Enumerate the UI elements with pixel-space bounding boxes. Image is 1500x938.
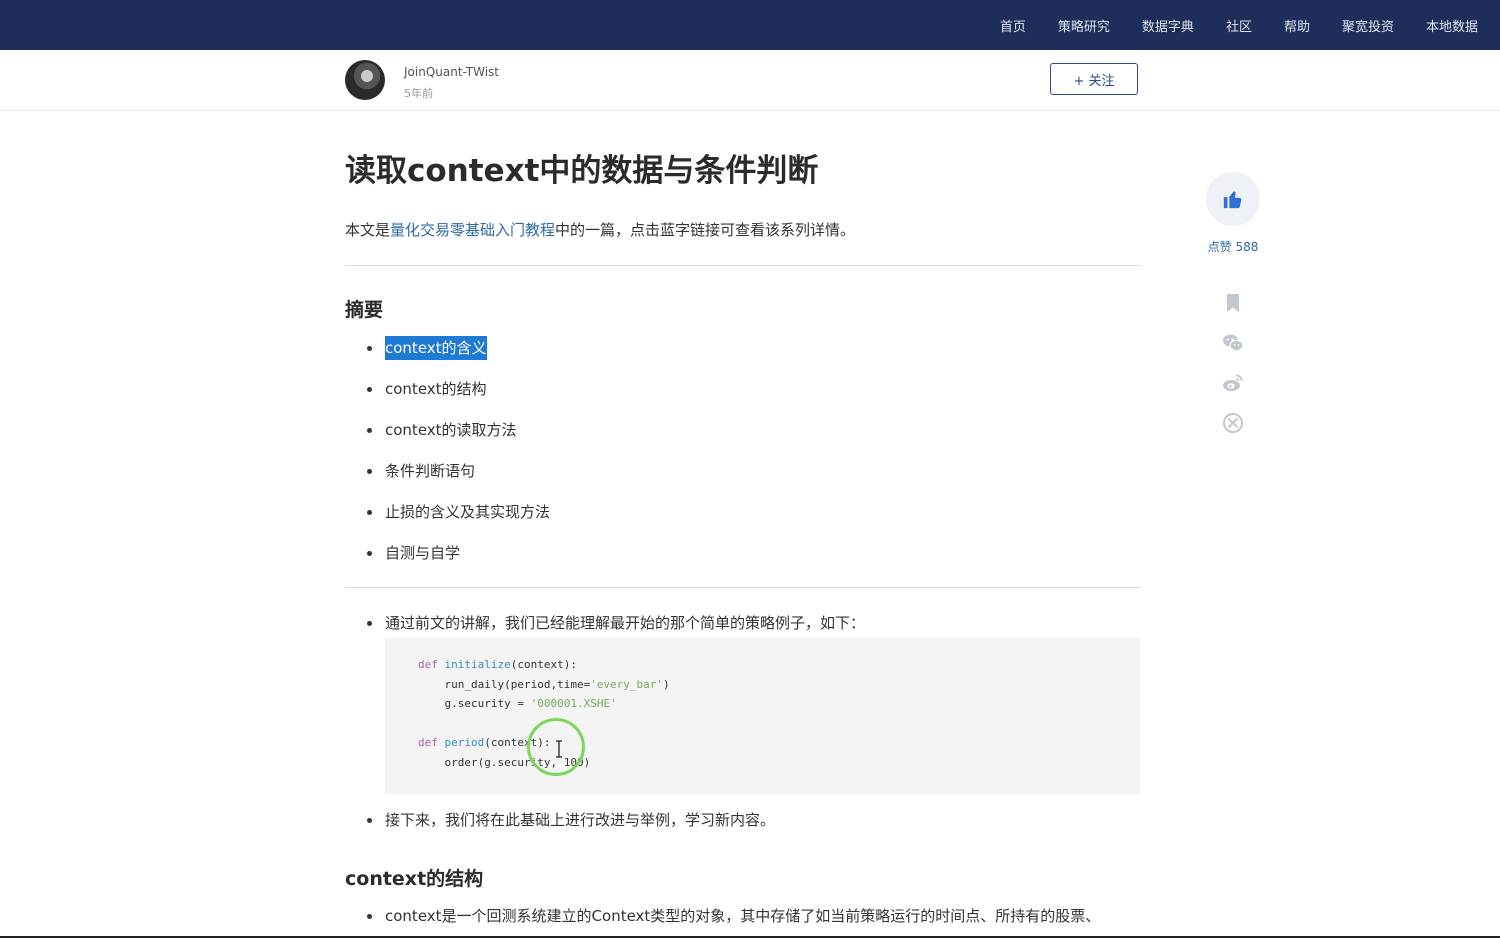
code-keyword: def [418,736,438,749]
nav-item-data-dictionary[interactable]: 数据字典 [1142,16,1194,35]
selected-text[interactable]: context的含义 [385,336,487,360]
nav-item-home[interactable]: 首页 [1000,16,1026,35]
nav-item-local-data[interactable]: 本地数据 [1426,16,1478,35]
article: 读取context中的数据与条件判断 本文是量化交易零基础入门教程中的一篇，点击… [345,140,1140,927]
post-time: 5年前 [404,87,433,100]
list-item: 自测与自学 [345,542,1140,564]
tutorial-series-link[interactable]: 量化交易零基础入门教程 [390,221,555,239]
code-text: ) [663,677,670,691]
list-item: context的读取方法 [345,419,1140,441]
page-title: 读取context中的数据与条件判断 [345,153,819,189]
list-item: 接下来，我们将在此基础上进行改进与举例，学习新内容。 [345,809,1140,831]
intro-suffix: 中的一篇，点击蓝字链接可查看该系列详情。 [555,221,856,239]
weibo-icon[interactable] [1221,371,1245,395]
bookmark-icon[interactable] [1221,291,1245,315]
author-name[interactable]: JoinQuant-TWist [404,65,499,79]
top-navigation: 首页 策略研究 数据字典 社区 帮助 聚宽投资 本地数据 [0,0,1500,50]
share-icon[interactable] [1221,411,1245,435]
list-item: context是一个回测系统建立的Context类型的对象，其中存储了如当前策略… [345,905,1140,927]
intro-prefix: 本文是 [345,221,391,239]
content-list: context是一个回测系统建立的Context类型的对象，其中存储了如当前策略… [345,905,1140,927]
nav-menu: 首页 策略研究 数据字典 社区 帮助 聚宽投资 本地数据 [1000,0,1478,50]
intro-paragraph: 本文是量化交易零基础入门教程中的一篇，点击蓝字链接可查看该系列详情。 [345,219,1140,241]
summary-heading: 摘要 [345,299,384,321]
content-list: 通过前文的讲解，我们已经能理解最开始的那个简单的策略例子，如下： [345,612,1140,634]
code-text: run_daily(period,time= [418,677,591,691]
nav-item-strategy-research[interactable]: 策略研究 [1058,16,1110,35]
author-bar: JoinQuant-TWist 5年前 + 关注 [0,50,1500,111]
like-count[interactable]: 点赞 588 [1190,238,1276,255]
section-heading: context的结构 [345,868,484,890]
divider [345,587,1140,588]
divider [345,265,1140,266]
code-keyword: def [418,658,438,671]
code-function-name: period [444,736,485,749]
summary-list: context的含义 context的结构 context的读取方法 条件判断语… [345,336,1140,564]
like-button[interactable] [1206,172,1260,226]
nav-item-community[interactable]: 社区 [1226,16,1252,35]
list-item: 止损的含义及其实现方法 [345,501,1140,523]
thumbs-up-icon [1223,191,1242,209]
content-list: 接下来，我们将在此基础上进行改进与举例，学习新内容。 [345,809,1140,831]
list-item: 通过前文的讲解，我们已经能理解最开始的那个简单的策略例子，如下： [345,612,1140,634]
code-text: (context): [510,658,577,671]
code-string: '000001.XSHE' [530,697,617,710]
list-item: context的结构 [345,378,1140,400]
code-function-name: initialize [444,658,511,671]
nav-item-help[interactable]: 帮助 [1284,16,1310,35]
code-block[interactable]: def initialize(context): run_daily(perio… [385,638,1140,794]
wechat-icon[interactable] [1221,331,1245,355]
code-text: g.security = [418,697,531,710]
list-item: context的含义 [345,336,1140,360]
nav-item-juquant-invest[interactable]: 聚宽投资 [1342,16,1394,35]
text-cursor-icon [556,740,562,758]
avatar[interactable] [345,60,385,100]
follow-button[interactable]: + 关注 [1050,63,1138,95]
code-string: 'every_bar' [590,677,664,691]
list-item: 条件判断语句 [345,460,1140,482]
